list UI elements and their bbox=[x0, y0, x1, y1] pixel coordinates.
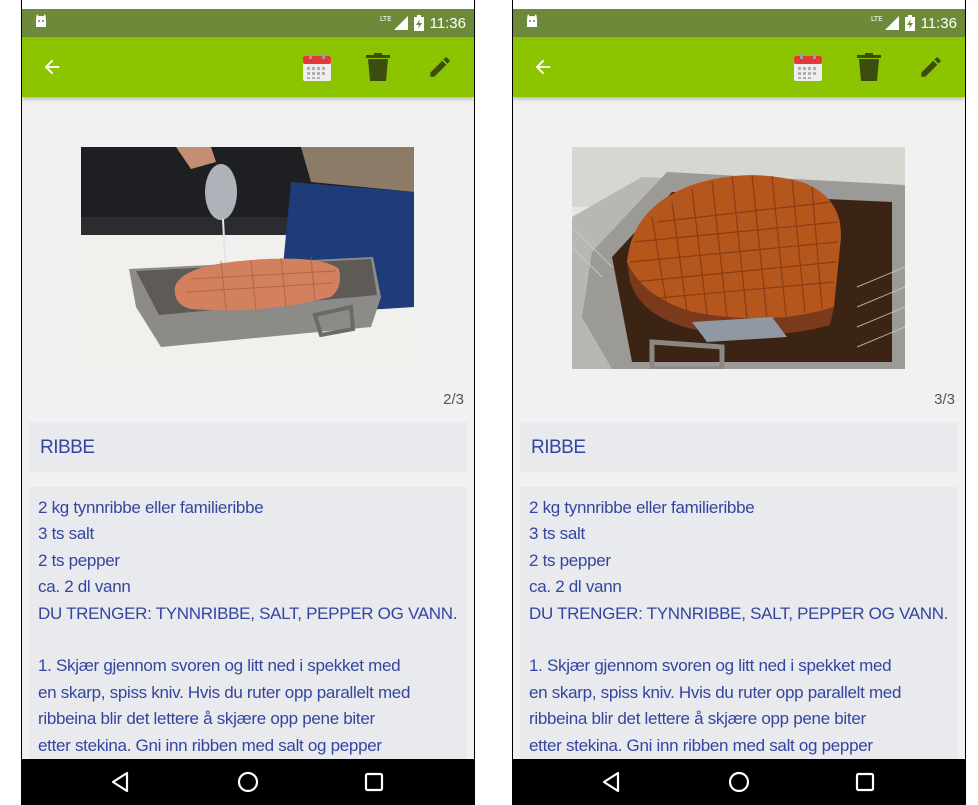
trash-icon bbox=[366, 53, 390, 81]
recipe-line: etter stekina. Gni inn ribben med salt o… bbox=[529, 735, 873, 755]
recipe-line: 2 kg tynnribbe eller familieribbe bbox=[529, 498, 755, 517]
frame-border-middle-left bbox=[474, 0, 475, 805]
android-notification-icon bbox=[527, 14, 537, 27]
back-button[interactable] bbox=[28, 37, 76, 97]
recipe-photo[interactable] bbox=[81, 147, 414, 369]
recipe-body-text: 2 kg tynnribbe eller familieribbe 3 ts s… bbox=[529, 495, 950, 759]
edit-button[interactable] bbox=[416, 37, 464, 97]
system-navigation-bar bbox=[22, 759, 474, 805]
calendar-icon bbox=[794, 53, 822, 81]
arrow-back-icon bbox=[44, 59, 60, 75]
status-bar: LTE 11:36 bbox=[22, 9, 474, 37]
pencil-icon bbox=[921, 57, 941, 77]
recipe-line: ribbeina blir det lettere å skjære opp p… bbox=[38, 709, 375, 729]
recipe-line: 2 ts pepper bbox=[529, 550, 611, 570]
system-recents-button[interactable] bbox=[835, 759, 895, 805]
recipe-body-card[interactable]: 2 kg tynnribbe eller familieribbe 3 ts s… bbox=[29, 487, 467, 759]
system-recents-button[interactable] bbox=[344, 759, 404, 805]
recipe-line: 2 kg tynnribbe eller familieribbe bbox=[38, 498, 264, 517]
signal-icon bbox=[884, 16, 899, 30]
android-notification-icon bbox=[36, 14, 46, 27]
edit-button[interactable] bbox=[907, 37, 955, 97]
system-back-button[interactable] bbox=[581, 759, 641, 805]
recipe-line: 2 ts pepper bbox=[38, 550, 120, 570]
calendar-icon bbox=[303, 53, 331, 81]
recipe-photo[interactable] bbox=[572, 147, 905, 369]
square-recents-icon bbox=[364, 772, 384, 792]
recipe-content: 2/3 RIBBE 2 kg tynnribbe eller familieri… bbox=[22, 97, 474, 759]
battery-charging-icon bbox=[904, 15, 915, 31]
calendar-button[interactable] bbox=[784, 37, 832, 97]
recipe-line: ribbeina blir det lettere å skjære opp p… bbox=[529, 709, 866, 729]
photo-page-counter: 3/3 bbox=[934, 391, 955, 408]
status-bar: LTE 11:36 bbox=[513, 9, 965, 37]
app-toolbar bbox=[22, 37, 474, 97]
status-time: 11:36 bbox=[429, 14, 466, 32]
app-toolbar bbox=[513, 37, 965, 97]
phone-screen-right: LTE 11:36 3/3 RIBBE 2 kg tynnribbe eller… bbox=[513, 9, 965, 805]
arrow-back-icon bbox=[535, 59, 551, 75]
square-recents-icon bbox=[855, 772, 875, 792]
recipe-body-card[interactable]: 2 kg tynnribbe eller familieribbe 3 ts s… bbox=[520, 487, 958, 759]
recipe-blank-line bbox=[529, 627, 950, 653]
system-back-button[interactable] bbox=[90, 759, 150, 805]
delete-button[interactable] bbox=[845, 37, 893, 97]
recipe-line: 3 ts salt bbox=[38, 524, 94, 544]
photo-page-counter: 2/3 bbox=[443, 391, 464, 408]
recipe-line: 1. Skjær gjennom svoren og litt ned i sp… bbox=[529, 656, 892, 676]
recipe-line: ca. 2 dl vann bbox=[38, 577, 131, 597]
status-time: 11:36 bbox=[920, 14, 957, 32]
network-type-label: LTE bbox=[379, 15, 392, 23]
frame-border-right bbox=[965, 0, 966, 805]
pouring-water-photo bbox=[81, 147, 414, 369]
triangle-back-icon bbox=[111, 771, 129, 793]
circle-home-icon bbox=[728, 771, 750, 793]
circle-home-icon bbox=[237, 771, 259, 793]
triangle-back-icon bbox=[602, 771, 620, 793]
signal-icon bbox=[393, 16, 408, 30]
phone-screen-left: LTE 11:36 2/3 RIBBE 2 kg tynnribbe eller… bbox=[22, 9, 474, 805]
trash-icon bbox=[857, 53, 881, 81]
recipe-title-card: RIBBE bbox=[520, 422, 958, 472]
back-button[interactable] bbox=[519, 37, 567, 97]
recipe-content: 3/3 RIBBE 2 kg tynnribbe eller familieri… bbox=[513, 97, 965, 759]
recipe-title: RIBBE bbox=[40, 437, 95, 458]
system-navigation-bar bbox=[513, 759, 965, 805]
system-home-button[interactable] bbox=[218, 759, 278, 805]
recipe-title: RIBBE bbox=[531, 437, 586, 458]
recipe-line: etter stekina. Gni inn ribben med salt o… bbox=[38, 735, 382, 755]
calendar-button[interactable] bbox=[293, 37, 341, 97]
battery-charging-icon bbox=[413, 15, 424, 31]
roasted-rib-photo bbox=[572, 147, 905, 369]
recipe-line: DU TRENGER: TYNNRIBBE, SALT, PEPPER OG V… bbox=[529, 603, 949, 623]
recipe-title-card: RIBBE bbox=[29, 422, 467, 472]
recipe-line: 1. Skjær gjennom svoren og litt ned i sp… bbox=[38, 656, 401, 676]
recipe-body-text: 2 kg tynnribbe eller familieribbe 3 ts s… bbox=[38, 495, 459, 759]
network-type-label: LTE bbox=[870, 15, 883, 23]
pencil-icon bbox=[430, 57, 450, 77]
recipe-line: 3 ts salt bbox=[529, 524, 585, 544]
recipe-blank-line bbox=[38, 627, 459, 653]
recipe-line: DU TRENGER: TYNNRIBBE, SALT, PEPPER OG V… bbox=[38, 603, 458, 623]
recipe-line: ca. 2 dl vann bbox=[529, 577, 622, 597]
delete-button[interactable] bbox=[354, 37, 402, 97]
system-home-button[interactable] bbox=[709, 759, 769, 805]
recipe-line: en skarp, spiss kniv. Hvis du ruter opp … bbox=[38, 682, 411, 702]
recipe-line: en skarp, spiss kniv. Hvis du ruter opp … bbox=[529, 682, 902, 702]
